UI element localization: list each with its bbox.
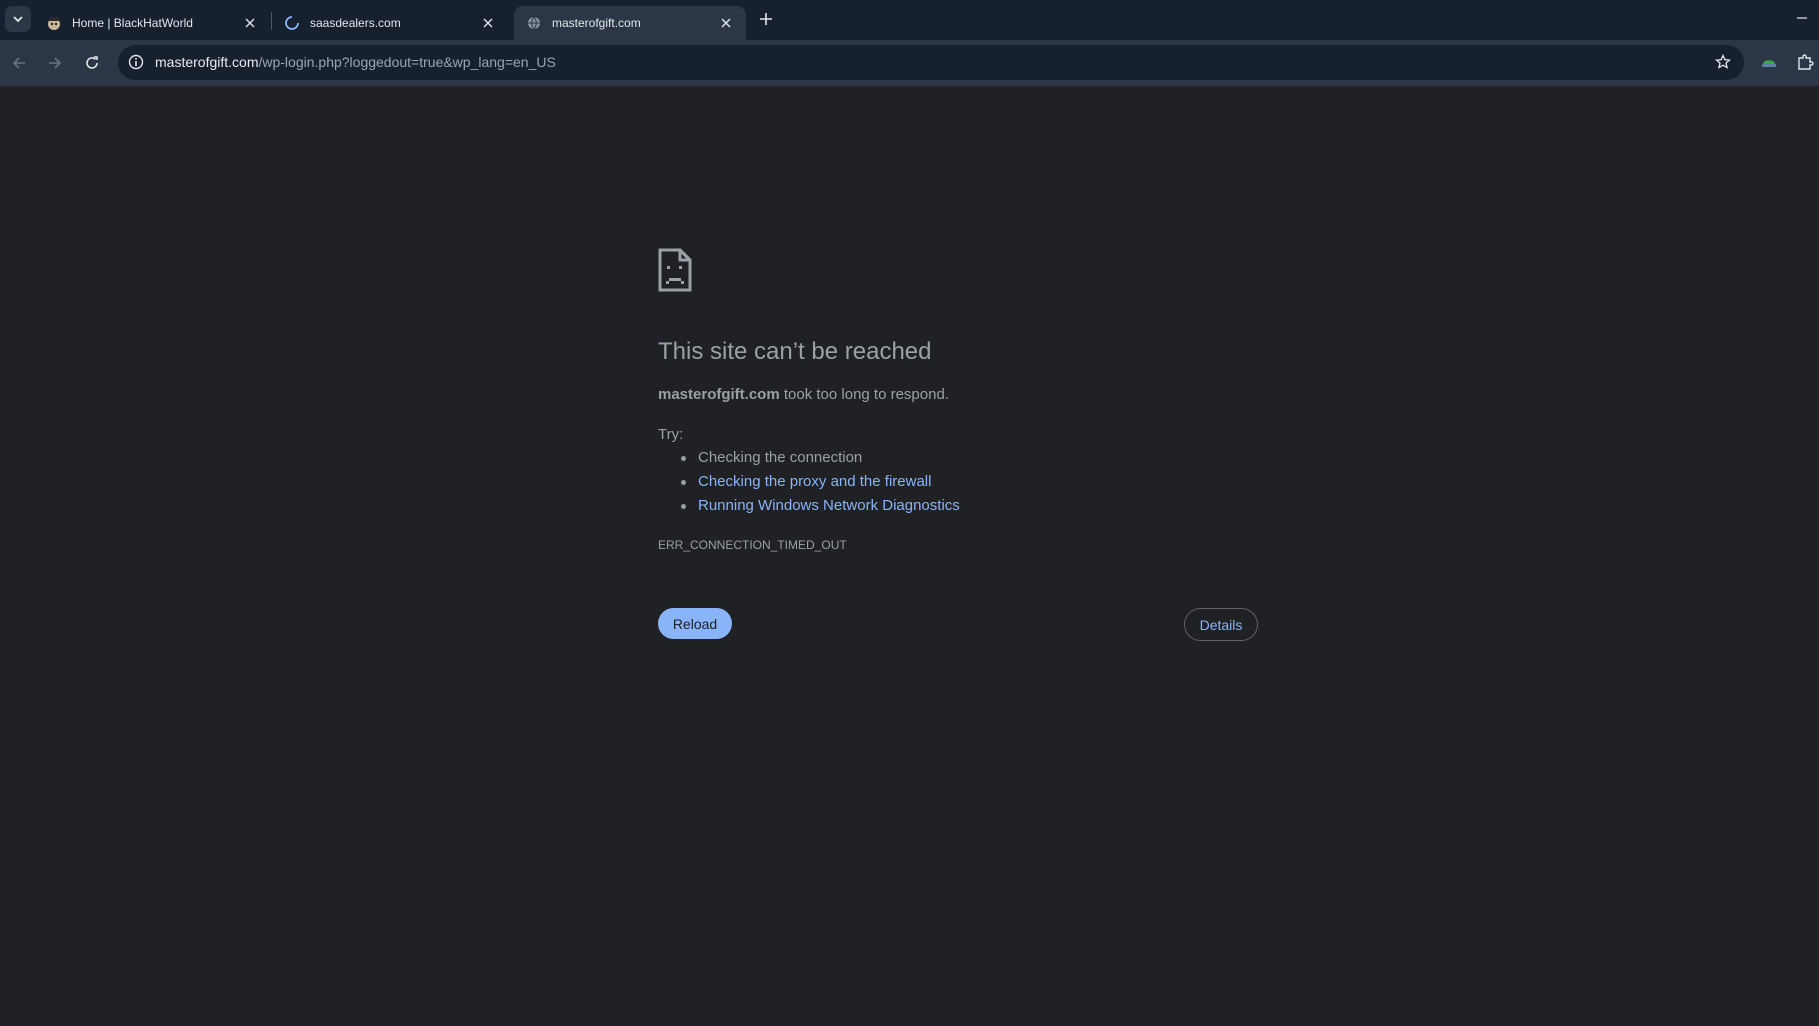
site-info-icon[interactable] bbox=[127, 53, 145, 71]
back-button[interactable] bbox=[7, 51, 31, 75]
details-button[interactable]: Details bbox=[1184, 608, 1258, 641]
address-bar[interactable]: masterofgift.com/wp-login.php?loggedout=… bbox=[118, 45, 1744, 80]
tab-title: masterofgift.com bbox=[552, 16, 641, 30]
reload-page-button[interactable] bbox=[80, 51, 104, 75]
error-desc-text: took too long to respond. bbox=[779, 386, 949, 403]
suggestion-check-connection: Checking the connection bbox=[658, 448, 960, 472]
refresh-icon bbox=[86, 56, 98, 69]
suggestion-network-diagnostics-link[interactable]: Running Windows Network Diagnostics bbox=[658, 496, 960, 520]
arrow-right-icon bbox=[49, 57, 62, 69]
extension-icon[interactable] bbox=[1759, 52, 1779, 72]
close-tab-icon[interactable] bbox=[242, 15, 258, 31]
suggestions-list: Checking the connection Checking the pro… bbox=[658, 448, 960, 520]
tab-title: Home | BlackHatWorld bbox=[72, 16, 193, 30]
error-description: masterofgift.com took too long to respon… bbox=[658, 386, 949, 403]
new-tab-button[interactable] bbox=[756, 9, 776, 29]
arrow-left-icon bbox=[12, 57, 25, 69]
error-host: masterofgift.com bbox=[658, 386, 780, 403]
minimize-icon bbox=[1797, 17, 1807, 19]
sad-page-icon bbox=[658, 248, 692, 292]
close-tab-icon[interactable] bbox=[718, 15, 734, 31]
suggestion-check-proxy-firewall-link[interactable]: Checking the proxy and the firewall bbox=[658, 472, 960, 496]
url-path: /wp-login.php?loggedout=true&wp_lang=en_… bbox=[258, 54, 556, 70]
globe-icon bbox=[526, 15, 542, 31]
tab-title: saasdealers.com bbox=[310, 16, 401, 30]
blackhatworld-favicon-icon bbox=[46, 15, 62, 31]
browser-toolbar: masterofgift.com/wp-login.php?loggedout=… bbox=[0, 40, 1819, 86]
forward-button[interactable] bbox=[43, 51, 67, 75]
bookmark-star-icon[interactable] bbox=[1714, 53, 1732, 71]
close-tab-icon[interactable] bbox=[480, 15, 496, 31]
puzzle-extensions-icon[interactable] bbox=[1795, 52, 1815, 72]
minimize-window-button[interactable] bbox=[1794, 10, 1810, 26]
url-host: masterofgift.com bbox=[155, 54, 259, 70]
tab-blackhatworld[interactable]: Home | BlackHatWorld bbox=[34, 6, 270, 40]
chevron-down-icon bbox=[13, 16, 23, 23]
plus-icon bbox=[760, 13, 772, 25]
error-code: ERR_CONNECTION_TIMED_OUT bbox=[658, 538, 847, 552]
tab-saasdealers[interactable]: saasdealers.com bbox=[272, 6, 508, 40]
reload-button[interactable]: Reload bbox=[658, 608, 732, 639]
url-text[interactable]: masterofgift.com/wp-login.php?loggedout=… bbox=[155, 54, 556, 70]
tab-masterofgift[interactable]: masterofgift.com bbox=[514, 6, 746, 40]
error-page: This site can’t be reached masterofgift.… bbox=[0, 86, 1819, 1026]
tab-search-button[interactable] bbox=[5, 6, 31, 32]
try-label: Try: bbox=[658, 426, 684, 443]
tab-strip: Home | BlackHatWorld saasdealers.com mas… bbox=[0, 0, 1819, 40]
loading-spinner-icon bbox=[284, 15, 300, 31]
error-title: This site can’t be reached bbox=[658, 338, 932, 365]
